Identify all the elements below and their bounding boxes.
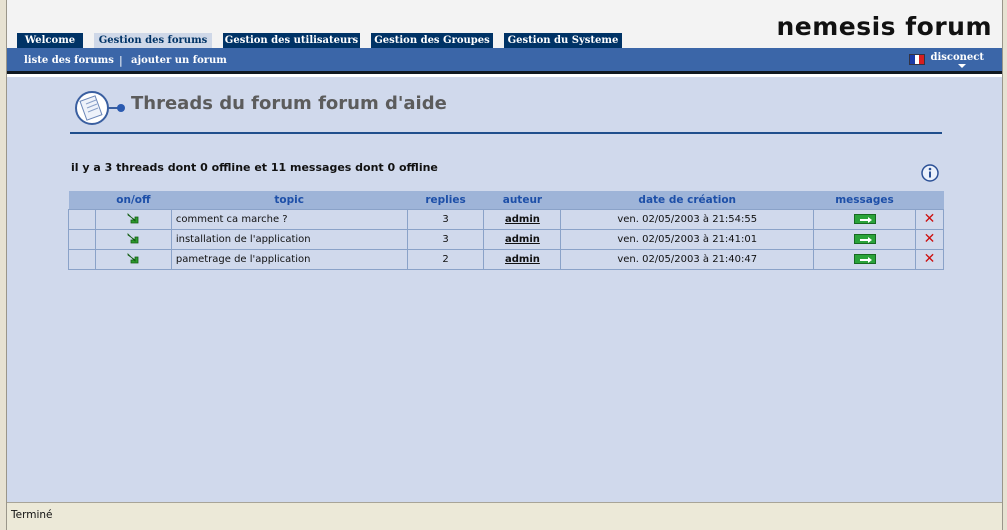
row-select-cell: [68, 228, 96, 250]
row-select-cell: [68, 248, 96, 270]
table-row: installation de l'application 3 admin ve…: [68, 228, 945, 250]
chevron-down-icon[interactable]: [958, 64, 966, 68]
tab-gestion-utilisateurs[interactable]: Gestion des utilisateurs: [223, 33, 360, 48]
messages-cell[interactable]: [813, 208, 916, 230]
title-divider: [70, 132, 942, 134]
browser-status-bar: Terminé: [7, 502, 1002, 530]
thread-summary: il y a 3 threads dont 0 offline et 11 me…: [71, 161, 438, 174]
nav-separator: |: [119, 54, 123, 67]
link-ajouter-forum[interactable]: ajouter un forum: [131, 55, 227, 66]
thread-date: ven. 02/05/2003 à 21:41:01: [560, 228, 815, 250]
go-arrow-icon[interactable]: [853, 253, 876, 264]
column-header-date: date de création: [560, 191, 814, 209]
delete-cell[interactable]: ✕: [914, 228, 945, 250]
column-header-topic: topic: [171, 191, 408, 209]
thread-date: ven. 02/05/2003 à 21:54:55: [560, 208, 815, 230]
delete-x-icon[interactable]: ✕: [924, 251, 936, 267]
threads-table: on/off topic replies auteur date de créa…: [68, 191, 945, 270]
thread-author-link[interactable]: admin: [483, 248, 562, 270]
table-row: comment ca marche ? 3 admin ven. 02/05/2…: [68, 208, 945, 230]
column-header-onoff: on/off: [95, 191, 172, 209]
thread-replies: 3: [406, 228, 485, 250]
green-arrow-icon[interactable]: [126, 212, 140, 224]
window-frame-right: [1002, 0, 1007, 530]
tab-gestion-groupes[interactable]: Gestion des Groupes: [371, 33, 493, 48]
row-select-cell: [68, 208, 96, 230]
forum-document-icon: [75, 91, 125, 125]
info-icon[interactable]: [920, 163, 940, 183]
online-status-cell[interactable]: [94, 208, 172, 230]
column-header-select: [68, 191, 96, 209]
delete-x-icon[interactable]: ✕: [924, 211, 936, 227]
page-title: Threads du forum forum d'aide: [131, 93, 447, 114]
thread-replies: 2: [406, 248, 485, 270]
online-status-cell[interactable]: [94, 248, 172, 270]
thread-author-link[interactable]: admin: [483, 228, 562, 250]
thread-topic[interactable]: comment ca marche ?: [170, 208, 408, 230]
window-frame-left: [0, 0, 7, 530]
sub-navigation: liste des forums | ajouter un forum disc…: [7, 48, 1002, 74]
status-text: Terminé: [11, 509, 53, 521]
delete-cell[interactable]: ✕: [914, 248, 945, 270]
thread-date: ven. 02/05/2003 à 21:40:47: [560, 248, 815, 270]
tab-gestion-systeme[interactable]: Gestion du Systeme: [504, 33, 622, 48]
green-arrow-icon[interactable]: [126, 232, 140, 244]
messages-cell[interactable]: [813, 228, 916, 250]
column-header-replies: replies: [407, 191, 484, 209]
thread-author-link[interactable]: admin: [483, 208, 562, 230]
tab-gestion-forums[interactable]: Gestion des forums: [94, 33, 212, 49]
online-status-cell[interactable]: [94, 228, 172, 250]
thread-replies: 3: [406, 208, 485, 230]
green-arrow-icon[interactable]: [126, 252, 140, 264]
delete-x-icon[interactable]: ✕: [924, 231, 936, 247]
column-header-auteur: auteur: [483, 191, 561, 209]
table-row: pametrage de l'application 2 admin ven. …: [68, 248, 945, 270]
column-header-delete: [915, 191, 944, 209]
table-header-row: on/off topic replies auteur date de créa…: [68, 191, 944, 209]
go-arrow-icon[interactable]: [853, 213, 876, 224]
messages-cell[interactable]: [813, 248, 916, 270]
delete-cell[interactable]: ✕: [914, 208, 945, 230]
french-flag-icon[interactable]: [909, 54, 925, 65]
tab-welcome[interactable]: Welcome: [17, 33, 83, 48]
column-header-messages: messages: [813, 191, 916, 209]
disconnect-link[interactable]: disconect: [930, 52, 984, 63]
thread-topic[interactable]: installation de l'application: [170, 228, 408, 250]
site-logo: nemesis forum: [776, 12, 992, 41]
go-arrow-icon[interactable]: [853, 233, 876, 244]
link-liste-forums[interactable]: liste des forums: [24, 55, 114, 66]
thread-topic[interactable]: pametrage de l'application: [170, 248, 408, 270]
main-content: Threads du forum forum d'aide il y a 3 t…: [7, 77, 1002, 502]
